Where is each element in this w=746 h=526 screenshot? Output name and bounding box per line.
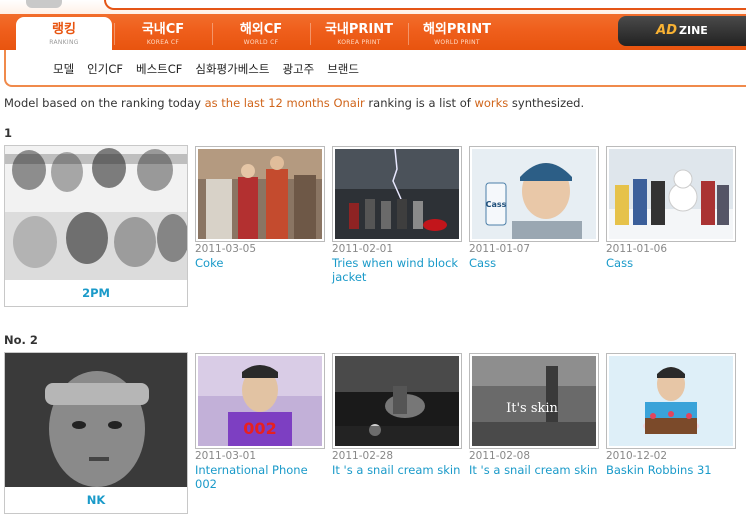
work-thumbnail-image xyxy=(609,149,733,239)
subnav-item-best-cf[interactable]: 베스트CF xyxy=(136,61,182,77)
model-name[interactable]: NK xyxy=(5,487,187,513)
tab-label: 랭킹 xyxy=(52,22,76,37)
work-title-link[interactable]: Tries when wind block jacket xyxy=(332,256,462,284)
tab-sublabel: KOREA CF xyxy=(146,39,180,46)
model-card-2pm[interactable]: 2PM xyxy=(4,145,188,307)
tab-world-cf[interactable]: 해외CF WORLD CF xyxy=(212,17,310,50)
phone-thumb-art: 002 xyxy=(198,356,322,446)
search-bar[interactable] xyxy=(104,0,746,10)
work-item[interactable]: 2010-12-02 Baskin Robbins 31 xyxy=(606,353,736,477)
work-title-link[interactable]: Baskin Robbins 31 xyxy=(606,463,736,477)
work-thumbnail[interactable] xyxy=(332,146,462,242)
work-thumbnail[interactable] xyxy=(606,146,736,242)
work-thumbnail-image: Cass xyxy=(472,149,596,239)
coke-thumb-art xyxy=(198,149,322,239)
intro-part: ranking is a list of xyxy=(364,96,475,110)
subnav-item-popular-cf[interactable]: 인기CF xyxy=(87,61,123,77)
tab-label: 국내PRINT xyxy=(324,22,394,37)
work-thumbnail[interactable]: It's skin xyxy=(469,353,599,449)
tab-label: 국내CF xyxy=(141,22,185,37)
work-item[interactable]: 2011-03-05 Coke xyxy=(195,146,325,270)
site-logo-icon[interactable] xyxy=(26,0,62,8)
work-thumbnail[interactable] xyxy=(195,146,325,242)
main-nav: 랭킹 RANKING 국내CF KOREA CF 해외CF WORLD CF 국… xyxy=(16,17,506,50)
work-date: 2011-02-28 xyxy=(332,450,394,462)
cass-thumb-art: Cass xyxy=(472,149,596,239)
work-title-link[interactable]: Cass xyxy=(606,256,736,270)
model-name[interactable]: 2PM xyxy=(5,280,187,306)
subnav-item-deep-eval[interactable]: 심화평가베스트 xyxy=(195,61,269,77)
work-date: 2011-03-05 xyxy=(195,243,257,255)
tab-korea-print[interactable]: 국내PRINT KOREA PRINT xyxy=(310,17,408,50)
work-date: 2011-01-06 xyxy=(606,243,668,255)
model-photo-image xyxy=(5,353,187,487)
work-date: 2011-02-08 xyxy=(469,450,531,462)
cass-can-text: Cass xyxy=(486,200,507,209)
tab-world-print[interactable]: 해외PRINT WORLD PRINT xyxy=(408,17,506,50)
tab-sublabel: WORLD CF xyxy=(243,39,279,46)
work-thumbnail[interactable]: 002 xyxy=(195,353,325,449)
work-title-link[interactable]: Cass xyxy=(469,256,599,270)
rank-label: No. 2 xyxy=(4,333,38,347)
intro-highlight: as the last 12 months Onair xyxy=(204,96,365,110)
subnav-item-model[interactable]: 모델 xyxy=(53,61,74,77)
subnav-item-advertiser[interactable]: 광고주 xyxy=(282,61,314,77)
tab-label: 해외CF xyxy=(239,22,283,37)
tab-ranking[interactable]: 랭킹 RANKING xyxy=(16,17,112,50)
adzine-button[interactable]: AD ZINE xyxy=(618,16,746,46)
work-item[interactable]: 2011-01-06 Cass xyxy=(606,146,736,270)
intro-text: Model based on the ranking today as the … xyxy=(4,96,584,110)
intro-part: synthesized. xyxy=(508,96,585,110)
work-date: 2011-03-01 xyxy=(195,450,257,462)
model-card-nk[interactable]: NK xyxy=(4,352,188,514)
work-thumbnail-image: 002 xyxy=(198,356,322,446)
snail-thumb-art-1 xyxy=(335,356,459,446)
work-title-link[interactable]: International Phone 002 xyxy=(195,463,325,491)
work-thumbnail-image xyxy=(609,356,733,446)
model-photo xyxy=(5,353,187,487)
work-thumbnail-image xyxy=(335,149,459,239)
work-item[interactable]: 2011-02-28 It 's a snail cream skin xyxy=(332,353,462,477)
work-thumbnail[interactable]: Cass xyxy=(469,146,599,242)
work-item[interactable]: Cass 2011-01-07 Cass xyxy=(469,146,599,270)
work-item[interactable]: 002 2011-03-01 International Phone 002 xyxy=(195,353,325,491)
work-thumbnail[interactable] xyxy=(606,353,736,449)
work-item[interactable]: 2011-02-01 Tries when wind block jacket xyxy=(332,146,462,284)
baskin-thumb-art xyxy=(609,356,733,446)
adzine-logo-ad: AD xyxy=(656,23,678,38)
skin-thumb-text: It's skin xyxy=(506,401,558,416)
phone-number-graphic: 002 xyxy=(243,419,276,438)
work-thumbnail[interactable] xyxy=(332,353,462,449)
model-photo-image xyxy=(5,146,187,280)
cass-group-thumb-art xyxy=(609,149,733,239)
intro-part: Model based on the ranking today xyxy=(4,96,205,110)
work-thumbnail-image xyxy=(335,356,459,446)
adzine-logo-zine: ZINE xyxy=(679,24,708,37)
work-date: 2011-01-07 xyxy=(469,243,531,255)
work-title-link[interactable]: It 's a snail cream skin xyxy=(469,463,599,477)
work-item[interactable]: It's skin 2011-02-08 It 's a snail cream… xyxy=(469,353,599,477)
tab-sublabel: RANKING xyxy=(49,39,79,46)
jacket-thumb-art xyxy=(335,149,459,239)
subnav-item-brand[interactable]: 브랜드 xyxy=(327,61,359,77)
work-thumbnail-image xyxy=(198,149,322,239)
tab-korea-cf[interactable]: 국내CF KOREA CF xyxy=(114,17,212,50)
subnav: 모델 인기CF 베스트CF 심화평가베스트 광고주 브랜드 xyxy=(53,61,372,77)
model-photo xyxy=(5,146,187,280)
snail-thumb-art-2: It's skin xyxy=(472,356,596,446)
intro-highlight: works xyxy=(474,96,509,110)
work-date: 2010-12-02 xyxy=(606,450,668,462)
work-thumbnail-image: It's skin xyxy=(472,356,596,446)
work-title-link[interactable]: Coke xyxy=(195,256,325,270)
tab-label: 해외PRINT xyxy=(422,22,492,37)
work-title-link[interactable]: It 's a snail cream skin xyxy=(332,463,462,477)
rank-label: 1 xyxy=(4,126,13,140)
tab-sublabel: KOREA PRINT xyxy=(337,39,381,46)
work-date: 2011-02-01 xyxy=(332,243,394,255)
tab-sublabel: WORLD PRINT xyxy=(434,39,480,46)
